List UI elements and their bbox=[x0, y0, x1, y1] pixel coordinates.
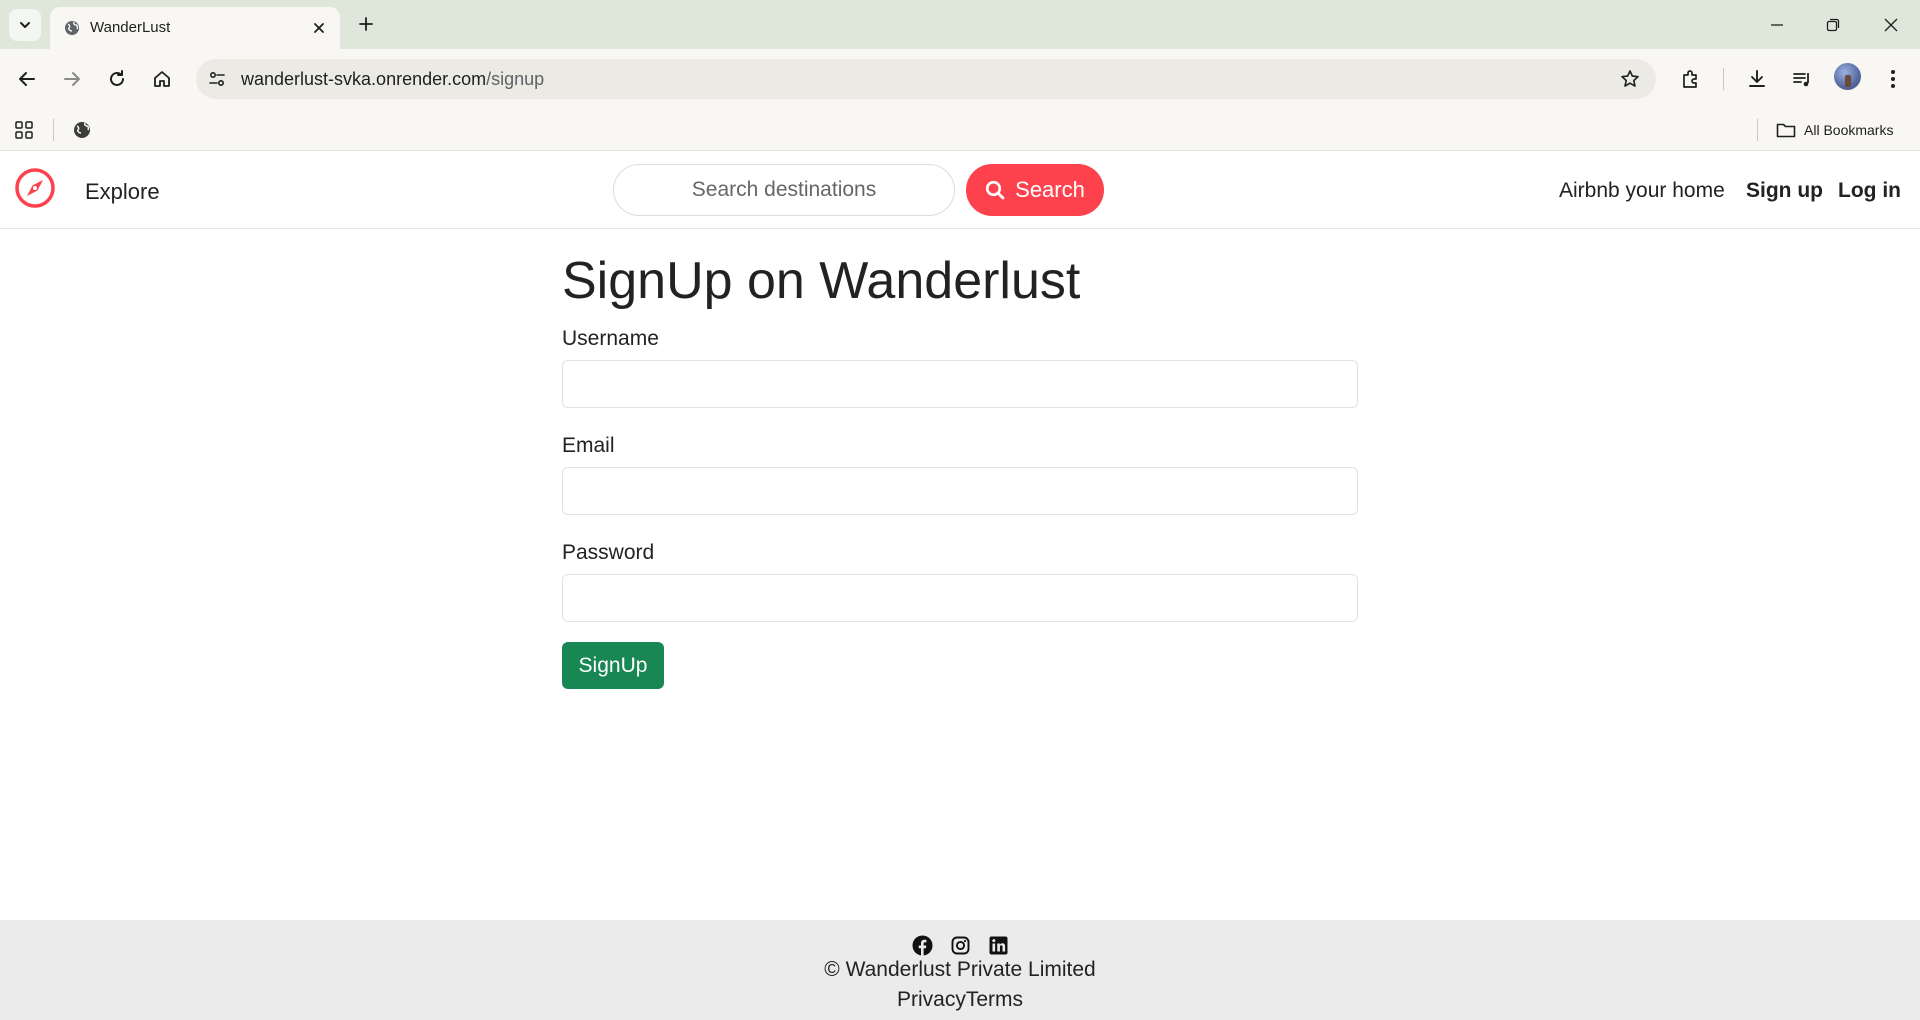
signup-submit-button[interactable]: SignUp bbox=[562, 642, 664, 689]
extensions-icon[interactable] bbox=[1676, 64, 1706, 94]
bookmark-star-icon[interactable] bbox=[1618, 67, 1642, 91]
instagram-icon[interactable] bbox=[949, 934, 971, 956]
tab-close-icon[interactable] bbox=[310, 19, 328, 37]
minimize-icon bbox=[1771, 24, 1783, 26]
search-button[interactable]: Search bbox=[966, 164, 1104, 216]
tab-title: WanderLust bbox=[90, 19, 171, 36]
globe-icon bbox=[65, 21, 79, 35]
site-info-icon[interactable] bbox=[204, 66, 230, 92]
browser-tab-active[interactable]: WanderLust bbox=[50, 7, 340, 49]
arrow-left-icon bbox=[19, 72, 35, 86]
tab-search-button[interactable] bbox=[9, 9, 41, 41]
chevron-down-icon bbox=[20, 22, 30, 28]
toolbar-separator bbox=[1723, 68, 1724, 90]
search-button-label: Search bbox=[1015, 177, 1085, 202]
compass-icon[interactable] bbox=[14, 167, 56, 209]
apps-grid-icon[interactable] bbox=[12, 118, 36, 142]
page-content: Explore Search Airbnb your home Sign up … bbox=[0, 151, 1920, 1020]
home-icon bbox=[154, 71, 170, 87]
nav-host-link[interactable]: Airbnb your home bbox=[1559, 179, 1725, 203]
site-footer: © Wanderlust Private Limited PrivacyTerm… bbox=[0, 920, 1920, 1020]
social-icons bbox=[0, 934, 1920, 956]
globe-icon[interactable] bbox=[70, 118, 94, 142]
email-field[interactable] bbox=[562, 467, 1358, 515]
nav-explore-link[interactable]: Explore bbox=[85, 179, 160, 205]
media-control-icon[interactable] bbox=[1787, 64, 1817, 94]
linkedin-icon[interactable] bbox=[987, 934, 1009, 956]
bookmarks-bar: All Bookmarks bbox=[0, 109, 1920, 151]
reload-icon bbox=[110, 70, 124, 86]
address-bar[interactable]: wanderlust-svka.onrender.com/signup bbox=[196, 59, 1656, 99]
url-host: wanderlust-svka.onrender.com bbox=[241, 69, 487, 89]
all-bookmarks-button[interactable]: All Bookmarks bbox=[1776, 117, 1893, 143]
page-title: SignUp on Wanderlust bbox=[562, 252, 1081, 310]
search-icon bbox=[986, 180, 1005, 200]
home-button[interactable] bbox=[146, 63, 178, 95]
profile-avatar[interactable] bbox=[1834, 63, 1861, 90]
terms-link[interactable]: Terms bbox=[966, 988, 1023, 1011]
footer-copyright: © Wanderlust Private Limited bbox=[824, 958, 1096, 981]
all-bookmarks-label: All Bookmarks bbox=[1804, 122, 1894, 138]
restore-icon bbox=[1826, 18, 1840, 32]
new-tab-button[interactable] bbox=[354, 12, 378, 36]
close-icon bbox=[1884, 18, 1898, 32]
password-label: Password bbox=[562, 541, 655, 564]
username-label: Username bbox=[562, 327, 659, 350]
signup-form: SignUp on Wanderlust Username Email Pass… bbox=[562, 249, 1358, 689]
forward-button[interactable] bbox=[56, 63, 88, 95]
site-navbar: Explore Search Airbnb your home Sign up … bbox=[0, 151, 1920, 229]
restore-button[interactable] bbox=[1818, 10, 1848, 40]
menu-kebab-icon[interactable] bbox=[1878, 64, 1908, 94]
privacy-link[interactable]: Privacy bbox=[897, 988, 966, 1011]
footer-links: PrivacyTerms bbox=[0, 988, 1920, 1012]
url-path: /signup bbox=[486, 69, 545, 89]
browser-tab-strip: WanderLust bbox=[0, 0, 1920, 49]
reload-button[interactable] bbox=[101, 63, 133, 95]
email-label: Email bbox=[562, 434, 615, 457]
minimize-button[interactable] bbox=[1762, 10, 1792, 40]
address-url: wanderlust-svka.onrender.com/signup bbox=[241, 69, 544, 90]
back-button[interactable] bbox=[11, 63, 43, 95]
search-input[interactable] bbox=[613, 164, 955, 216]
nav-login-link[interactable]: Log in bbox=[1838, 179, 1901, 203]
facebook-icon[interactable] bbox=[911, 934, 933, 956]
username-field[interactable] bbox=[562, 360, 1358, 408]
folder-icon bbox=[1776, 123, 1796, 138]
bookmarks-separator bbox=[53, 119, 54, 141]
plus-icon bbox=[359, 17, 373, 31]
downloads-icon[interactable] bbox=[1742, 64, 1772, 94]
bookmarks-separator-right bbox=[1757, 119, 1758, 141]
password-field[interactable] bbox=[562, 574, 1358, 622]
browser-toolbar: wanderlust-svka.onrender.com/signup bbox=[0, 49, 1920, 109]
arrow-right-icon bbox=[64, 72, 80, 86]
close-window-button[interactable] bbox=[1876, 10, 1906, 40]
nav-signup-link[interactable]: Sign up bbox=[1746, 179, 1823, 203]
